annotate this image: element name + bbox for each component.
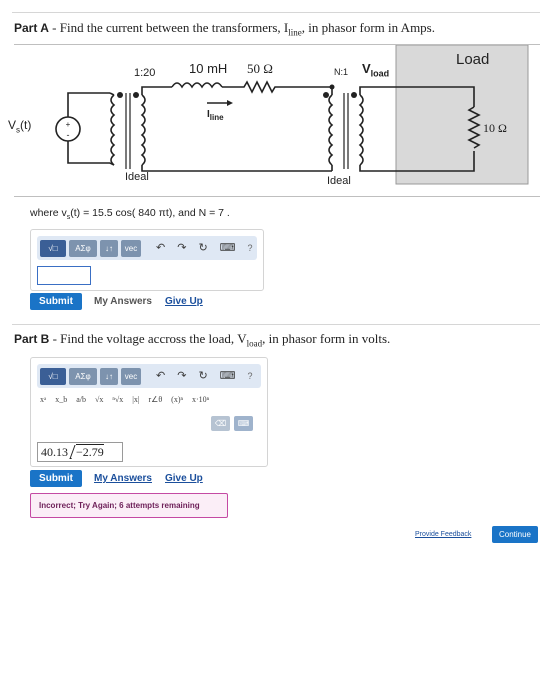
- part-b-my-answers-link[interactable]: My Answers: [94, 473, 152, 484]
- template-sqrt[interactable]: √x: [95, 395, 103, 404]
- reset-icon[interactable]: ↻: [198, 242, 207, 254]
- answer-magnitude: 40.13: [41, 445, 68, 459]
- provide-feedback-link[interactable]: Provide Feedback: [415, 531, 471, 538]
- template-sci-notation[interactable]: x·10ⁿ: [192, 395, 209, 404]
- answer-angle: −2.79: [76, 444, 104, 459]
- part-b-divider: [12, 324, 540, 325]
- keyboard-icon[interactable]: ⌨: [220, 242, 236, 254]
- undo-icon[interactable]: ↶: [156, 370, 165, 382]
- templates-button[interactable]: √□: [40, 367, 66, 385]
- arrows-button[interactable]: ↓↑: [100, 367, 118, 385]
- template-power[interactable]: xᵃ: [40, 395, 46, 404]
- part-b-math-toolbar: √□ ΑΣφ ↓↑ vec ↶ ↷ ↻ ⌨ ?: [37, 364, 261, 388]
- redo-icon[interactable]: ↷: [177, 242, 186, 254]
- load-title: Load: [456, 51, 490, 68]
- templates-button[interactable]: √□: [40, 239, 66, 257]
- ratio-right-label: N:1: [334, 67, 349, 77]
- template-abs[interactable]: |x|: [132, 395, 139, 404]
- reset-icon[interactable]: ↻: [198, 370, 207, 382]
- svg-text:+: +: [66, 120, 71, 129]
- svg-text:-: -: [67, 130, 70, 140]
- template-fraction[interactable]: a/b: [76, 395, 86, 404]
- greek-button[interactable]: ΑΣφ: [69, 239, 97, 257]
- vec-button[interactable]: vec: [121, 367, 141, 385]
- greek-button[interactable]: ΑΣφ: [69, 367, 97, 385]
- keyboard-icon[interactable]: ⌨: [220, 370, 236, 382]
- part-a-math-toolbar: √□ ΑΣφ ↓↑ vec ↶ ↷ ↻ ⌨ ?: [37, 236, 257, 260]
- part-b-submit-button[interactable]: Submit: [30, 470, 82, 487]
- part-b-answer-input[interactable]: 40.13 −2.79: [37, 442, 123, 462]
- part-a-give-up-link[interactable]: Give Up: [165, 296, 203, 307]
- arrows-button[interactable]: ↓↑: [100, 239, 118, 257]
- vec-button[interactable]: vec: [121, 239, 141, 257]
- template-subscript[interactable]: x_b: [55, 395, 67, 404]
- vload-label: Vload: [362, 61, 390, 79]
- part-a-answer-input[interactable]: [37, 266, 91, 285]
- part-a-answer-box: √□ ΑΣφ ↓↑ vec ↶ ↷ ↻ ⌨ ?: [30, 229, 264, 291]
- part-a-submit-button[interactable]: Submit: [30, 293, 82, 310]
- vs-label: Vs(t): [8, 118, 32, 135]
- resistor-label: 50 Ω: [247, 61, 273, 76]
- continue-button[interactable]: Continue: [492, 526, 538, 543]
- keyboard-toggle-button[interactable]: ⌨: [234, 416, 253, 431]
- redo-icon[interactable]: ↷: [177, 370, 186, 382]
- part-a-my-answers-link[interactable]: My Answers: [94, 296, 152, 307]
- load-resistor-label: 10 Ω: [483, 121, 507, 135]
- inductor-label: 10 mH: [189, 61, 228, 76]
- iline-label: Iline: [207, 109, 224, 122]
- circuit-diagram: + - Load 1:20 10 mH 50 Ω N:1 Vload Iline…: [8, 44, 540, 197]
- undo-icon[interactable]: ↶: [156, 242, 165, 254]
- incorrect-feedback-message: Incorrect; Try Again; 6 attempts remaini…: [30, 493, 228, 518]
- template-paren-power[interactable]: (x)ⁿ: [171, 395, 183, 404]
- part-b-answer-box: √□ ΑΣφ ↓↑ vec ↶ ↷ ↻ ⌨ ? ⌫ ⌨ 40.13 −2.79: [30, 357, 268, 467]
- top-divider: [12, 12, 540, 13]
- part-b-title: Part B - Find the voltage accross the lo…: [14, 331, 391, 349]
- help-icon[interactable]: ?: [248, 371, 253, 381]
- delete-key-button[interactable]: ⌫: [211, 416, 230, 431]
- help-icon[interactable]: ?: [248, 243, 253, 253]
- ideal-left-label: Ideal: [125, 171, 149, 183]
- given-values-text: where vs(t) = 15.5 cos( 840 πt), and N =…: [30, 207, 230, 222]
- ratio-left-label: 1:20: [134, 67, 156, 79]
- part-a-title: Part A - Find the current between the tr…: [14, 20, 435, 38]
- template-phasor[interactable]: r∠θ: [148, 395, 162, 404]
- ideal-right-label: Ideal: [327, 175, 351, 187]
- part-b-give-up-link[interactable]: Give Up: [165, 473, 203, 484]
- math-template-row: xᵃ x_b a/b √x ⁿ√x |x| r∠θ (x)ⁿ x·10ⁿ: [40, 392, 218, 406]
- template-nth-root[interactable]: ⁿ√x: [112, 395, 123, 404]
